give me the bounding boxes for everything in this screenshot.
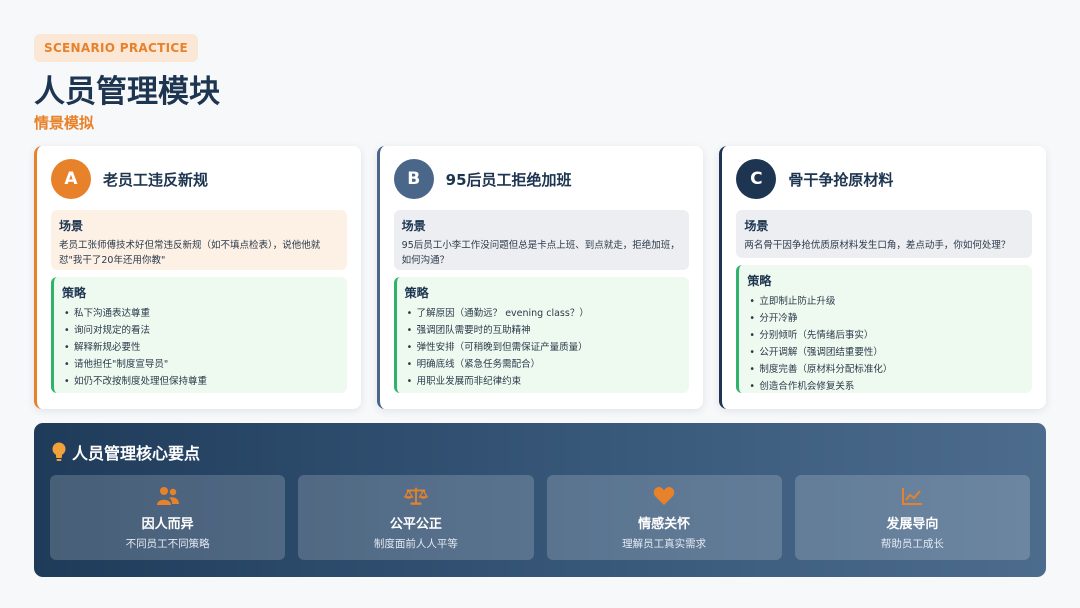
scene-box: 场景 95后员工小李工作没问题但总是卡点上班、到点就走，拒绝加班，如何沟通？	[393, 210, 690, 270]
heart-icon	[652, 485, 676, 507]
panel-title: 人员管理核心要点	[72, 444, 201, 463]
strategy-list: 私下沟通表达尊重 询问对规定的看法 解释新规必要性 请他担任"制度宣导员" 如仍…	[62, 305, 339, 390]
scene-text: 老员工张师傅技术好但常违反新规（如不填点检表），说他他就怼"我干了20年还用你教…	[59, 240, 321, 266]
strategy-item: 如仍不改按制度处理但保持尊重	[62, 373, 339, 390]
point-title: 因人而异	[141, 517, 194, 532]
card-title: 95后员工拒绝加班	[445, 170, 572, 189]
strategy-label: 策略	[747, 274, 772, 288]
strategy-box: 策略 了解原因（通勤远？ evening class？） 强调团队需要时的互助精…	[393, 277, 690, 393]
strategy-list: 了解原因（通勤远？ evening class？） 强调团队需要时的互助精神 弹…	[405, 305, 682, 390]
key-point-card: 情感关怀 理解员工真实需求	[546, 475, 782, 560]
key-point-card: 公平公正 制度面前人人平等	[298, 475, 534, 560]
strategy-item: 制度完善（原材料分配标准化）	[747, 361, 1024, 378]
card-header: B 95后员工拒绝加班	[393, 158, 690, 200]
point-title: 公平公正	[389, 517, 442, 532]
scene-text: 95后员工小李工作没问题但总是卡点上班、到点就走，拒绝加班，如何沟通？	[401, 240, 680, 266]
strategy-item: 立即制止防止升级	[747, 293, 1024, 310]
strategy-box: 策略 立即制止防止升级 分开冷静 分别倾听（先情绪后事实） 公开调解（强调团结重…	[736, 265, 1033, 395]
lightbulb-icon	[52, 442, 66, 461]
scene-label: 场景	[401, 219, 426, 233]
card-header: A 老员工违反新规	[51, 158, 347, 200]
scenario-card-b: B 95后员工拒绝加班 场景 95后员工小李工作没问题但总是卡点上班、到点就走，…	[376, 146, 704, 409]
page-subtitle: 情景模拟	[34, 114, 95, 132]
point-desc: 理解员工真实需求	[622, 538, 707, 550]
scene-text: 两名骨干因争抢优质原材料发生口角，差点动手，你如何处理？	[744, 240, 1011, 251]
strategy-list: 立即制止防止升级 分开冷静 分别倾听（先情绪后事实） 公开调解（强调团结重要性）…	[747, 293, 1024, 395]
card-title: 骨干争抢原材料	[788, 170, 894, 189]
strategy-item: 请他担任"制度宣导员"	[62, 356, 339, 373]
strategy-item: 了解原因（通勤远？ evening class？）	[405, 305, 682, 322]
strategy-item: 强调团队需要时的互助精神	[405, 322, 682, 339]
card-header: C 骨干争抢原材料	[736, 158, 1032, 200]
users-icon	[156, 485, 180, 507]
letter-badge: B	[393, 159, 434, 199]
point-desc: 帮助员工成长	[880, 538, 944, 550]
strategy-item: 创造合作机会修复关系	[747, 378, 1024, 395]
scene-label: 场景	[59, 219, 84, 233]
point-desc: 制度面前人人平等	[373, 538, 458, 550]
strategy-item: 询问对规定的看法	[62, 322, 339, 339]
strategy-box: 策略 私下沟通表达尊重 询问对规定的看法 解释新规必要性 请他担任"制度宣导员"…	[51, 277, 347, 393]
card-title: 老员工违反新规	[103, 170, 209, 189]
strategy-item: 解释新规必要性	[62, 339, 339, 356]
page-title: 人员管理模块	[34, 74, 220, 110]
section-tag: SCENARIO PRACTICE	[34, 34, 198, 62]
strategy-item: 私下沟通表达尊重	[62, 305, 339, 322]
letter-badge: A	[51, 159, 91, 199]
scene-label: 场景	[744, 219, 769, 233]
point-desc: 不同员工不同策略	[125, 538, 210, 550]
scenario-card-c: C 骨干争抢原材料 场景 两名骨干因争抢优质原材料发生口角，差点动手，你如何处理…	[719, 146, 1047, 409]
strategy-label: 策略	[404, 286, 429, 300]
key-point-card: 发展导向 帮助员工成长	[794, 475, 1030, 560]
chart-line-icon	[900, 485, 924, 507]
scenario-cards: A 老员工违反新规 场景 老员工张师傅技术好但常违反新规（如不填点检表），说他他…	[34, 146, 1047, 409]
strategy-item: 分开冷静	[747, 310, 1024, 327]
scene-box: 场景 两名骨干因争抢优质原材料发生口角，差点动手，你如何处理？	[736, 210, 1033, 258]
scenario-card-a: A 老员工违反新规 场景 老员工张师傅技术好但常违反新规（如不填点检表），说他他…	[34, 146, 361, 409]
key-points-panel: 人员管理核心要点 因人而异 不同员工不同策略 公平公正 制度面前人人平等 情感关…	[34, 423, 1046, 577]
scene-box: 场景 老员工张师傅技术好但常违反新规（如不填点检表），说他他就怼"我干了20年还…	[51, 210, 347, 270]
strategy-item: 公开调解（强调团结重要性）	[747, 344, 1024, 361]
panel-header: 人员管理核心要点	[50, 439, 1030, 465]
strategy-item: 用职业发展而非纪律约束	[405, 373, 682, 390]
scale-icon	[403, 485, 428, 507]
point-title: 情感关怀	[638, 517, 691, 532]
point-title: 发展导向	[886, 517, 939, 532]
strategy-item: 明确底线（紧急任务需配合）	[405, 356, 682, 373]
strategy-label: 策略	[62, 286, 87, 300]
key-point-card: 因人而异 不同员工不同策略	[50, 475, 286, 560]
letter-badge: C	[736, 159, 777, 199]
strategy-item: 弹性安排（可稍晚到但需保证产量质量）	[405, 339, 682, 356]
key-points: 因人而异 不同员工不同策略 公平公正 制度面前人人平等 情感关怀 理解员工真实需…	[50, 475, 1030, 560]
strategy-item: 分别倾听（先情绪后事实）	[747, 327, 1024, 344]
